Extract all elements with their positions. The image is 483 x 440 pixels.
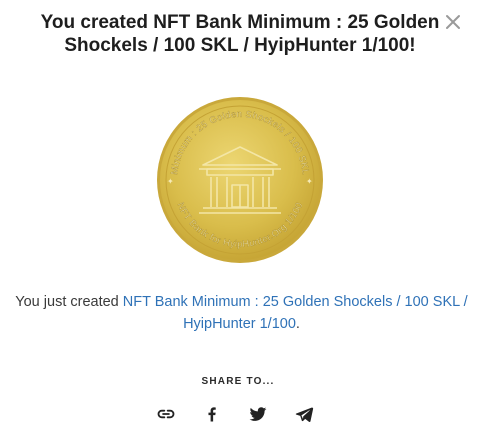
- share-facebook-button[interactable]: [201, 403, 223, 425]
- modal-title: You created NFT Bank Minimum : 25 Golden…: [40, 12, 440, 56]
- svg-text:✦: ✦: [167, 177, 174, 186]
- share-label: SHARE TO...: [201, 376, 275, 387]
- message-prefix: You just created: [15, 294, 123, 310]
- created-message: You just created NFT Bank Minimum : 25 G…: [10, 291, 473, 335]
- twitter-icon: [249, 407, 267, 421]
- link-icon: [157, 409, 175, 419]
- svg-text:✦: ✦: [306, 177, 313, 186]
- facebook-icon: [208, 407, 216, 422]
- share-buttons: [155, 403, 315, 425]
- close-button[interactable]: [442, 11, 464, 33]
- share-telegram-button[interactable]: [293, 403, 315, 425]
- nft-coin-image: Minimum : 25 Golden Shockels / 100 SKL N…: [155, 95, 325, 265]
- close-icon: [446, 15, 460, 29]
- share-copy-link-button[interactable]: [155, 403, 177, 425]
- share-twitter-button[interactable]: [247, 403, 269, 425]
- nft-created-modal: You created NFT Bank Minimum : 25 Golden…: [0, 0, 483, 440]
- telegram-icon: [295, 407, 314, 423]
- message-suffix: .: [295, 316, 300, 332]
